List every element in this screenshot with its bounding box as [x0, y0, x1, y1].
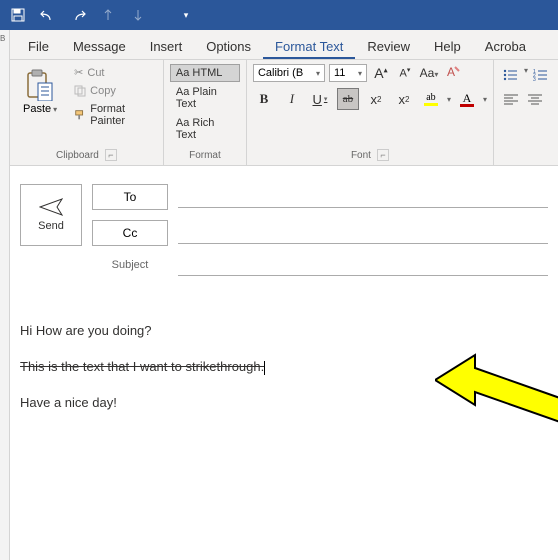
- tab-file[interactable]: File: [16, 33, 61, 59]
- superscript-button[interactable]: x2: [393, 88, 415, 110]
- tab-format-text[interactable]: Format Text: [263, 33, 355, 59]
- html-format-button[interactable]: Aa HTML: [170, 64, 240, 82]
- tab-insert[interactable]: Insert: [138, 33, 195, 59]
- cc-input[interactable]: [178, 222, 548, 244]
- copy-label: Copy: [90, 85, 116, 97]
- chevron-down-icon[interactable]: ▾: [447, 95, 451, 104]
- numbering-button[interactable]: 123: [530, 66, 552, 84]
- align-left-button[interactable]: [500, 90, 522, 108]
- tab-help[interactable]: Help: [422, 33, 473, 59]
- undo-icon[interactable]: [38, 5, 58, 25]
- paste-icon: [26, 69, 54, 101]
- strikethrough-button[interactable]: ab: [337, 88, 359, 110]
- body-line-3: Have a nice day!: [20, 394, 548, 412]
- font-group-label: Font: [351, 150, 371, 161]
- subject-label: Subject: [92, 259, 168, 271]
- format-painter-button[interactable]: Format Painter: [70, 101, 157, 129]
- font-name-value: Calibri (B: [258, 67, 312, 79]
- change-case-button[interactable]: Aa▾: [419, 66, 439, 80]
- bullets-button[interactable]: [500, 66, 522, 84]
- tab-review[interactable]: Review: [355, 33, 422, 59]
- scissors-icon: ✂: [74, 66, 83, 79]
- to-input[interactable]: [178, 186, 548, 208]
- font-color-button[interactable]: A: [457, 92, 477, 107]
- plain-text-button[interactable]: Aa Plain Text: [170, 83, 240, 113]
- copy-button: Copy: [70, 83, 157, 99]
- rich-text-button[interactable]: Aa Rich Text: [170, 114, 240, 144]
- paste-label: Paste: [23, 103, 51, 115]
- brush-icon: [74, 109, 86, 121]
- ribbon-tabs: File Message Insert Options Format Text …: [10, 30, 558, 60]
- ribbon: Paste ▾ ✂ Cut Copy Format Painter Clipbo…: [10, 60, 558, 166]
- tab-acrobat[interactable]: Acroba: [473, 33, 538, 59]
- customize-qat-icon[interactable]: ▾: [176, 5, 196, 25]
- svg-text:3: 3: [533, 77, 536, 81]
- subscript-button[interactable]: x2: [365, 88, 387, 110]
- font-launcher-icon[interactable]: ⌐: [377, 149, 389, 161]
- align-center-button[interactable]: [524, 90, 546, 108]
- cut-label: Cut: [87, 67, 104, 79]
- font-name-select[interactable]: Calibri (B ▾: [253, 64, 325, 82]
- format-group-label: Format: [189, 150, 221, 161]
- bullets-icon: [503, 69, 519, 81]
- cut-button: ✂ Cut: [70, 64, 157, 81]
- to-button[interactable]: To: [92, 184, 168, 210]
- compose-header: Send To Cc Subject: [10, 166, 558, 294]
- italic-button[interactable]: I: [281, 88, 303, 110]
- bold-button[interactable]: B: [253, 88, 275, 110]
- body-line-1: Hi How are you doing?: [20, 322, 548, 340]
- group-format: Aa HTML Aa Plain Text Aa Rich Text Forma…: [164, 60, 247, 165]
- chevron-down-icon: ▾: [53, 105, 57, 114]
- save-icon[interactable]: [8, 5, 28, 25]
- down-arrow-icon: [128, 5, 148, 25]
- eraser-icon: A: [445, 65, 461, 79]
- body-line-2-strikethrough: This is the text that I want to striketh…: [20, 359, 264, 374]
- copy-icon: [74, 85, 86, 97]
- cc-button[interactable]: Cc: [92, 220, 168, 246]
- title-bar: ▾: [0, 0, 558, 30]
- up-arrow-icon: [98, 5, 118, 25]
- message-body[interactable]: Hi How are you doing? This is the text t…: [10, 294, 558, 459]
- tab-options[interactable]: Options: [194, 33, 263, 59]
- send-icon: [39, 198, 63, 216]
- align-left-icon: [504, 93, 518, 105]
- clipboard-group-label: Clipboard: [56, 150, 99, 161]
- group-paragraph: ▾ 123: [494, 60, 558, 165]
- highlight-color-bar: [424, 103, 438, 106]
- group-clipboard: Paste ▾ ✂ Cut Copy Format Painter Clipbo…: [10, 60, 164, 165]
- tab-message[interactable]: Message: [61, 33, 138, 59]
- text-cursor: [264, 361, 265, 375]
- shrink-font-button[interactable]: A▾: [395, 66, 415, 80]
- chevron-down-icon[interactable]: ▾: [483, 95, 487, 104]
- align-center-icon: [528, 93, 542, 105]
- paste-button[interactable]: Paste ▾: [16, 64, 64, 120]
- clear-formatting-button[interactable]: A: [443, 65, 463, 82]
- format-painter-label: Format Painter: [90, 103, 153, 127]
- highlight-button[interactable]: ab: [421, 93, 441, 106]
- grow-font-button[interactable]: A▴: [371, 65, 391, 81]
- send-button[interactable]: Send: [20, 184, 82, 246]
- send-label: Send: [38, 220, 64, 232]
- chevron-down-icon[interactable]: ▾: [524, 66, 528, 84]
- underline-button[interactable]: U▾: [309, 88, 331, 110]
- font-size-value: 11: [334, 67, 354, 79]
- redo-icon[interactable]: [68, 5, 88, 25]
- chevron-down-icon: ▾: [316, 69, 320, 78]
- subject-input[interactable]: [178, 254, 548, 276]
- font-color-bar: [460, 104, 474, 107]
- chevron-down-icon: ▾: [358, 69, 362, 78]
- left-gutter: B: [0, 30, 10, 560]
- group-font: Calibri (B ▾ 11 ▾ A▴ A▾ Aa▾ A B I U▾ ab: [247, 60, 494, 165]
- font-size-select[interactable]: 11 ▾: [329, 64, 367, 82]
- svg-text:A: A: [447, 65, 455, 79]
- clipboard-launcher-icon[interactable]: ⌐: [105, 149, 117, 161]
- numbering-icon: 123: [533, 69, 549, 81]
